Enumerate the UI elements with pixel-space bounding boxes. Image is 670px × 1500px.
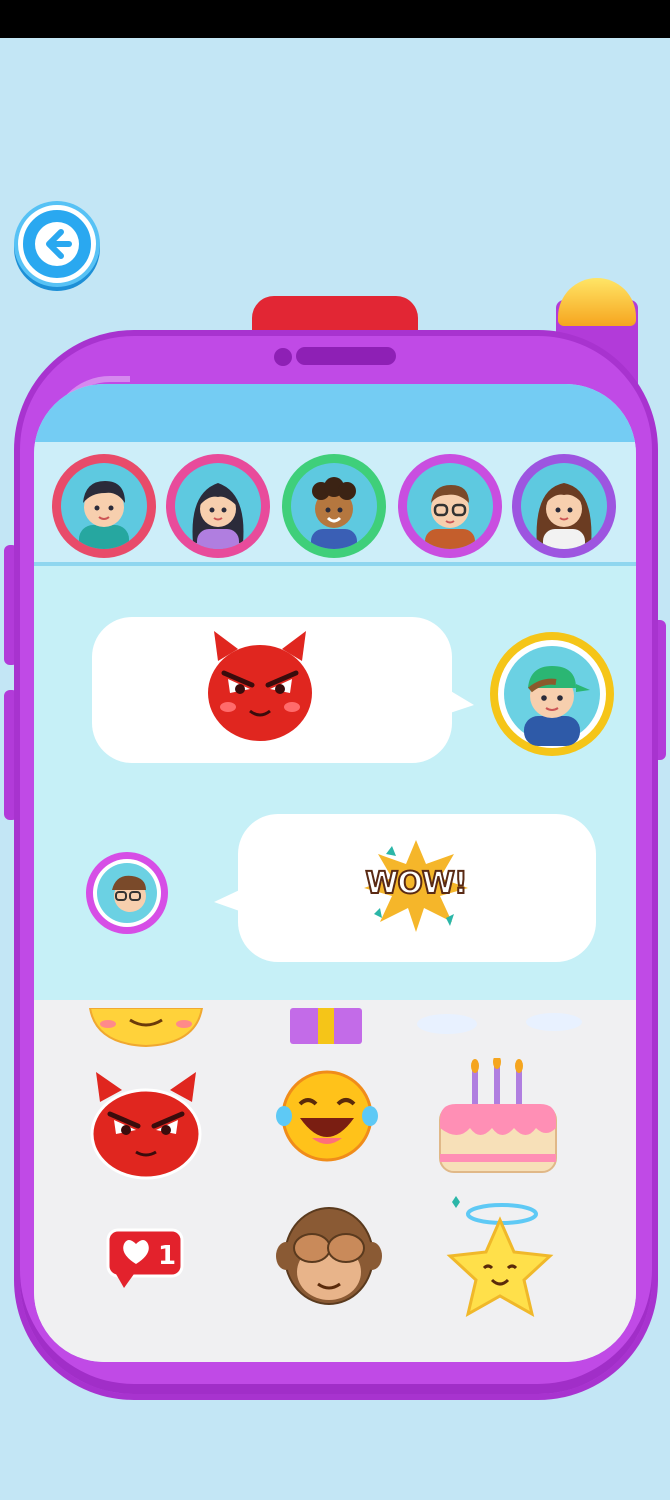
- laughing-emoji[interactable]: [272, 1066, 382, 1166]
- contact-girl-2[interactable]: [512, 454, 616, 558]
- birthday-cake[interactable]: [436, 1058, 560, 1176]
- boy-avatar-icon: [79, 481, 129, 549]
- like-badge-count: 1: [158, 1241, 176, 1271]
- boy-cap-avatar: [490, 632, 614, 756]
- bubble-tail: [214, 886, 248, 914]
- girl-brown-avatar-icon: [536, 483, 592, 549]
- see-no-evil-monkey[interactable]: [274, 1200, 384, 1312]
- phone-screen: WOW! 1: [34, 384, 636, 1362]
- message-bubble: [92, 617, 474, 763]
- contact-man-glasses[interactable]: [398, 454, 502, 558]
- cloud[interactable]: [524, 1010, 584, 1034]
- gift-box[interactable]: [286, 1008, 366, 1048]
- contact-girl-1[interactable]: [166, 454, 270, 558]
- wow-sticker: WOW!: [356, 834, 476, 934]
- screen-header: [34, 384, 636, 442]
- boy-curly-avatar-icon: [311, 477, 357, 549]
- status-bar: [0, 0, 670, 38]
- contact-boy-1[interactable]: [52, 454, 156, 558]
- devil-emoji[interactable]: [86, 1066, 206, 1182]
- contacts-bar: [34, 442, 636, 566]
- man-glasses-avatar: [86, 852, 168, 934]
- arrow-left-icon: [35, 222, 79, 266]
- contact-boy-2[interactable]: [282, 454, 386, 558]
- devil-emoji: [208, 631, 312, 741]
- message-bubble: WOW!: [214, 814, 596, 962]
- bubble-tail: [444, 687, 474, 715]
- sticker-tray: 1: [34, 1000, 636, 1362]
- star-emoji[interactable]: [440, 1192, 560, 1322]
- like-badge[interactable]: 1: [106, 1226, 186, 1290]
- chat-area: WOW!: [34, 570, 636, 1000]
- cloud[interactable]: [412, 1008, 482, 1038]
- smile-emoji[interactable]: [86, 1008, 206, 1048]
- man-glasses-avatar-icon: [425, 485, 475, 549]
- back-button[interactable]: [18, 205, 96, 283]
- phone-camera: [274, 348, 292, 366]
- phone-speaker: [296, 347, 396, 365]
- wow-sticker-text: WOW!: [364, 865, 468, 902]
- girl-avatar-icon: [192, 483, 244, 549]
- phone-antenna-tip: [558, 278, 636, 326]
